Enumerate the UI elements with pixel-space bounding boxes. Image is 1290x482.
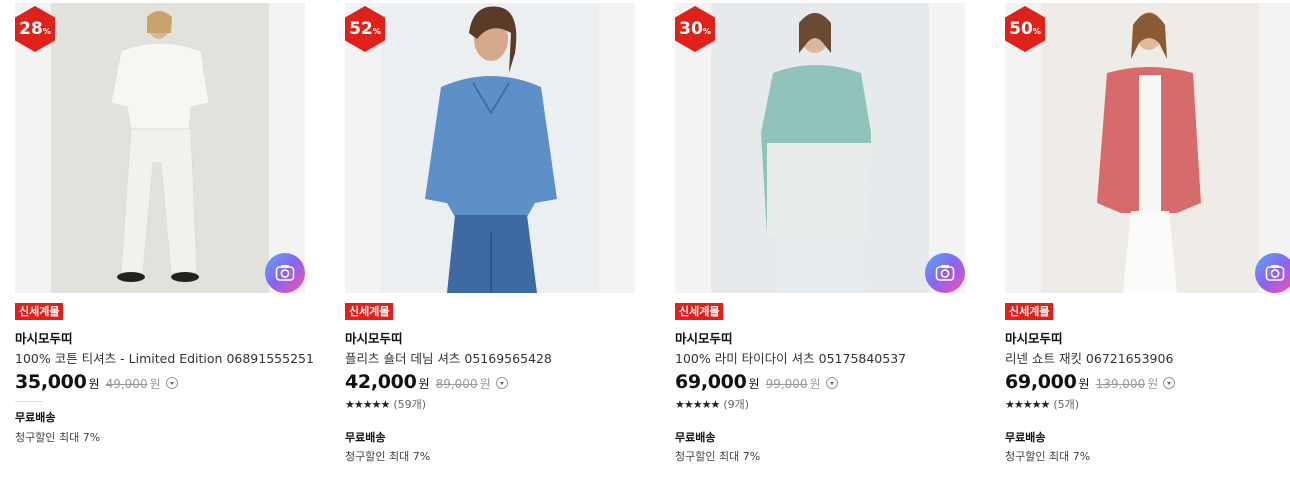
product-image[interactable]: 50% xyxy=(1005,3,1290,293)
product-card[interactable]: 50% 신세계몰 마시모두띠 리넨 쇼트 재킷 06721653906 69,0… xyxy=(1005,3,1290,482)
sale-badge: 30% xyxy=(675,5,716,53)
star-rating-icon: ★★★★★ xyxy=(675,398,720,411)
card-discount-label: 청구할인 최대 7% xyxy=(15,431,101,444)
sale-badge: 28% xyxy=(15,5,56,53)
product-photo xyxy=(1041,3,1259,293)
product-image[interactable]: 30% xyxy=(675,3,965,293)
store-tag: 신세계몰 xyxy=(345,303,394,320)
product-image[interactable]: 52% xyxy=(345,3,635,293)
card-discount-label: 청구할인 최대 7% xyxy=(675,450,761,463)
sale-badge: 50% xyxy=(1005,5,1046,53)
free-shipping-label: 무료배송 xyxy=(1005,431,1046,444)
free-shipping-label: 무료배송 xyxy=(675,431,716,444)
review-count: (5개) xyxy=(1053,398,1080,411)
sale-price: 35,000 xyxy=(15,371,87,393)
brand-name[interactable]: 마시모두띠 xyxy=(15,328,73,347)
price-row: 69,000 원 139,000 원 xyxy=(1005,371,1176,397)
store-tag: 신세계몰 xyxy=(1005,303,1054,320)
product-name[interactable]: 100% 라미 타이다이 셔츠 05175840537 xyxy=(675,348,906,367)
star-rating-icon: ★★★★★ xyxy=(345,398,390,411)
star-rating-icon: ★★★★★ xyxy=(1005,398,1050,411)
review-count: (59개) xyxy=(393,398,427,411)
review-count: (9개) xyxy=(723,398,750,411)
sale-price: 69,000 xyxy=(1005,371,1077,393)
currency-unit: 원 xyxy=(418,377,430,391)
brand-name[interactable]: 마시모두띠 xyxy=(675,328,733,347)
card-discount-label: 청구할인 최대 7% xyxy=(1005,450,1091,463)
currency-unit: 원 xyxy=(88,377,100,391)
store-tag: 신세계몰 xyxy=(675,303,724,320)
product-photo xyxy=(51,3,269,293)
product-grid: 28% 신세계몰 마시모두띠 100% 코튼 티셔츠 - Limited Edi… xyxy=(15,3,1290,482)
rating[interactable]: ★★★★★ (5개) xyxy=(1005,396,1079,412)
original-price: 89,000 xyxy=(435,377,478,391)
original-price: 49,000 xyxy=(105,377,148,391)
currency-unit: 원 xyxy=(809,377,821,391)
store-tag: 신세계몰 xyxy=(15,303,64,320)
sale-price: 42,000 xyxy=(345,371,417,393)
original-price: 139,000 xyxy=(1095,377,1146,391)
divider xyxy=(15,401,43,402)
sale-price: 69,000 xyxy=(675,371,747,393)
brand-name[interactable]: 마시모두띠 xyxy=(1005,328,1063,347)
product-name[interactable]: 100% 코튼 티셔츠 - Limited Edition 0689155525… xyxy=(15,348,314,367)
product-name[interactable]: 리넨 쇼트 재킷 06721653906 xyxy=(1005,348,1173,367)
free-shipping-label: 무료배송 xyxy=(345,431,386,444)
camera-search-icon[interactable] xyxy=(925,253,965,293)
product-image[interactable]: 28% xyxy=(15,3,305,293)
currency-unit: 원 xyxy=(748,377,760,391)
product-card[interactable]: 52% 신세계몰 마시모두띠 플리츠 숄더 데님 셔츠 05169565428 … xyxy=(345,3,635,482)
product-card[interactable]: 30% 신세계몰 마시모두띠 100% 라미 타이다이 셔츠 051758405… xyxy=(675,3,965,482)
sale-percent: 52 xyxy=(349,19,373,39)
rating[interactable]: ★★★★★ (9개) xyxy=(675,396,749,412)
camera-search-icon[interactable] xyxy=(1255,253,1290,293)
card-discount-label: 청구할인 최대 7% xyxy=(345,450,431,463)
chevron-down-circle-icon[interactable] xyxy=(495,377,508,389)
price-row: 42,000 원 89,000 원 xyxy=(345,371,508,397)
free-shipping-label: 무료배송 xyxy=(15,411,56,424)
brand-name[interactable]: 마시모두띠 xyxy=(345,328,403,347)
camera-search-icon[interactable] xyxy=(265,253,305,293)
rating[interactable]: ★★★★★ (59개) xyxy=(345,396,426,412)
chevron-down-circle-icon[interactable] xyxy=(165,377,178,389)
product-card[interactable]: 28% 신세계몰 마시모두띠 100% 코튼 티셔츠 - Limited Edi… xyxy=(15,3,314,482)
currency-unit: 원 xyxy=(479,377,491,391)
price-row: 35,000 원 49,000 원 xyxy=(15,371,178,397)
product-name[interactable]: 플리츠 숄더 데님 셔츠 05169565428 xyxy=(345,348,552,367)
sale-percent: 30 xyxy=(679,19,703,39)
currency-unit: 원 xyxy=(149,377,161,391)
price-row: 69,000 원 99,000 원 xyxy=(675,371,838,397)
chevron-down-circle-icon[interactable] xyxy=(825,377,838,389)
chevron-down-circle-icon[interactable] xyxy=(1163,377,1176,389)
original-price: 99,000 xyxy=(765,377,808,391)
sale-badge: 52% xyxy=(345,5,386,53)
currency-unit: 원 xyxy=(1147,377,1159,391)
product-photo xyxy=(381,3,599,293)
product-photo xyxy=(711,3,929,293)
sale-percent: 28 xyxy=(19,19,43,39)
currency-unit: 원 xyxy=(1078,377,1090,391)
sale-percent: 50 xyxy=(1009,19,1033,39)
